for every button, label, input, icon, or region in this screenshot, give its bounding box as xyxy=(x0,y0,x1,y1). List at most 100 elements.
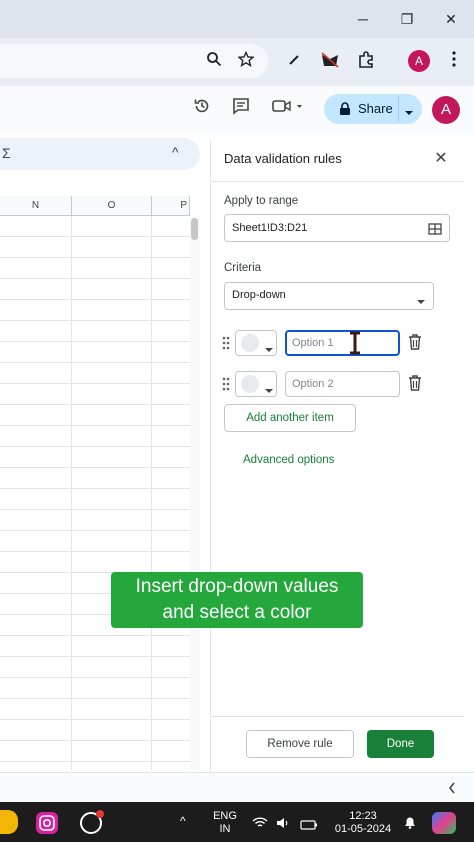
grid-row-line xyxy=(0,656,190,657)
criteria-value: Drop-down xyxy=(232,289,286,301)
language-line-1: ENG xyxy=(213,810,237,822)
criteria-label: Criteria xyxy=(224,262,262,274)
recording-dot xyxy=(96,810,104,818)
window-titlebar: ─ ❐ ✕ xyxy=(0,0,474,38)
grid-row-line xyxy=(0,698,190,699)
close-window-button[interactable]: ✕ xyxy=(440,8,462,30)
clock[interactable]: 12:23 01-05-2024 xyxy=(330,810,396,836)
grid-row-line xyxy=(0,278,190,279)
notifications-icon[interactable] xyxy=(402,814,418,835)
language-line-2: IN xyxy=(219,823,231,835)
grid-row-line xyxy=(0,299,190,300)
caption-line-1: Insert drop-down values xyxy=(135,576,339,597)
color-picker-button[interactable] xyxy=(235,371,277,397)
color-picker-button[interactable] xyxy=(235,330,277,356)
color-swatch xyxy=(241,375,259,393)
panel-divider xyxy=(210,181,464,182)
remove-rule-button[interactable]: Remove rule xyxy=(246,730,354,758)
drag-handle-icon[interactable] xyxy=(222,377,232,391)
minimize-button[interactable]: ─ xyxy=(352,8,374,30)
grid-row-line xyxy=(0,509,190,510)
delete-item-1-icon[interactable] xyxy=(408,334,424,350)
panel-title: Data validation rules xyxy=(224,151,342,166)
grid-row-line xyxy=(0,236,190,237)
spreadsheet-grid[interactable]: N O P xyxy=(0,196,200,770)
column-header-p[interactable]: P xyxy=(152,196,190,216)
panel-footer-divider xyxy=(210,716,464,717)
share-dropdown-icon[interactable] xyxy=(404,104,414,122)
comments-icon[interactable] xyxy=(229,97,253,121)
grid-row-line xyxy=(0,320,190,321)
collapse-toolbar-icon[interactable]: ^ xyxy=(172,144,179,160)
clock-date: 01-05-2024 xyxy=(334,823,392,835)
chrome-app-icon[interactable] xyxy=(0,810,18,834)
caption-line-2: and select a color xyxy=(162,602,312,623)
extension-badge-icon[interactable] xyxy=(318,51,342,75)
drag-handle-icon[interactable] xyxy=(222,336,232,350)
grid-row-line xyxy=(0,719,190,720)
grid-row-line xyxy=(0,761,190,762)
color-dropdown-icon xyxy=(265,340,273,358)
meet-video-icon[interactable] xyxy=(272,97,302,121)
lock-icon xyxy=(339,102,351,121)
version-history-icon[interactable] xyxy=(190,97,214,121)
add-another-item-button[interactable]: Add another item xyxy=(224,404,356,432)
grid-row-line xyxy=(0,383,190,384)
grid-row-line xyxy=(0,488,190,489)
sheet-tab-bar xyxy=(0,772,474,802)
grid-row-line xyxy=(0,740,190,741)
grid-row-line xyxy=(0,362,190,363)
option-1-input[interactable]: Option 1 xyxy=(285,330,400,356)
sheets-account-avatar[interactable]: A xyxy=(432,96,460,124)
vertical-scrollbar[interactable] xyxy=(190,216,200,770)
grid-row-line xyxy=(0,341,190,342)
battery-icon[interactable] xyxy=(300,817,318,835)
tray-overflow-chevron[interactable]: ^ xyxy=(180,815,186,828)
instruction-caption: Insert drop-down values and select a col… xyxy=(111,572,363,628)
grid-row-line xyxy=(0,257,190,258)
grid-row-line xyxy=(0,635,190,636)
volume-icon[interactable] xyxy=(276,816,292,834)
color-dropdown-icon xyxy=(265,381,273,399)
restore-button[interactable]: ❐ xyxy=(396,8,418,30)
browser-menu-icon[interactable] xyxy=(442,51,466,75)
option-2-input[interactable]: Option 2 xyxy=(285,371,400,397)
bookmark-star-icon[interactable] xyxy=(234,50,258,75)
grid-row-line xyxy=(0,446,190,447)
grid-row-line xyxy=(0,530,190,531)
color-swatch xyxy=(241,334,259,352)
wifi-icon[interactable] xyxy=(252,816,268,834)
instagram-app-icon[interactable] xyxy=(36,812,58,834)
language-indicator[interactable]: ENG IN xyxy=(212,810,238,836)
vertical-scroll-thumb[interactable] xyxy=(191,218,198,240)
grid-row-line xyxy=(0,467,190,468)
criteria-dropdown-icon xyxy=(417,292,425,310)
grid-row-line xyxy=(0,425,190,426)
select-range-grid-icon[interactable] xyxy=(428,222,442,240)
grid-row-line xyxy=(0,677,190,678)
column-header-n[interactable]: N xyxy=(0,196,72,216)
delete-item-2-icon[interactable] xyxy=(408,375,424,391)
extensions-puzzle-icon[interactable] xyxy=(354,51,378,75)
browser-profile-avatar[interactable]: A xyxy=(408,50,430,72)
grid-row-line xyxy=(0,404,190,405)
clock-time: 12:23 xyxy=(349,810,377,822)
pen-extension-icon[interactable] xyxy=(282,51,306,75)
text-cursor-icon xyxy=(348,331,362,360)
done-button[interactable]: Done xyxy=(367,730,434,758)
zoom-search-icon[interactable] xyxy=(202,51,226,75)
scroll-left-icon[interactable] xyxy=(448,781,456,799)
address-bar[interactable] xyxy=(0,44,268,78)
copilot-app-icon[interactable] xyxy=(432,812,456,834)
close-panel-icon[interactable]: ✕ xyxy=(432,150,450,168)
share-label: Share xyxy=(358,101,393,116)
advanced-options-link[interactable]: Advanced options xyxy=(243,454,334,466)
windows-taskbar: ^ ENG IN 12:23 01-05-2024 xyxy=(0,802,474,842)
functions-sigma-icon[interactable]: Σ xyxy=(2,145,11,161)
share-divider xyxy=(398,96,399,122)
column-header-o[interactable]: O xyxy=(72,196,152,216)
apply-range-label: Apply to range xyxy=(224,195,299,207)
toolbar-strip: Σ ^ xyxy=(0,138,200,170)
grid-row-line xyxy=(0,551,190,552)
range-value: Sheet1!D3:D21 xyxy=(232,222,308,234)
